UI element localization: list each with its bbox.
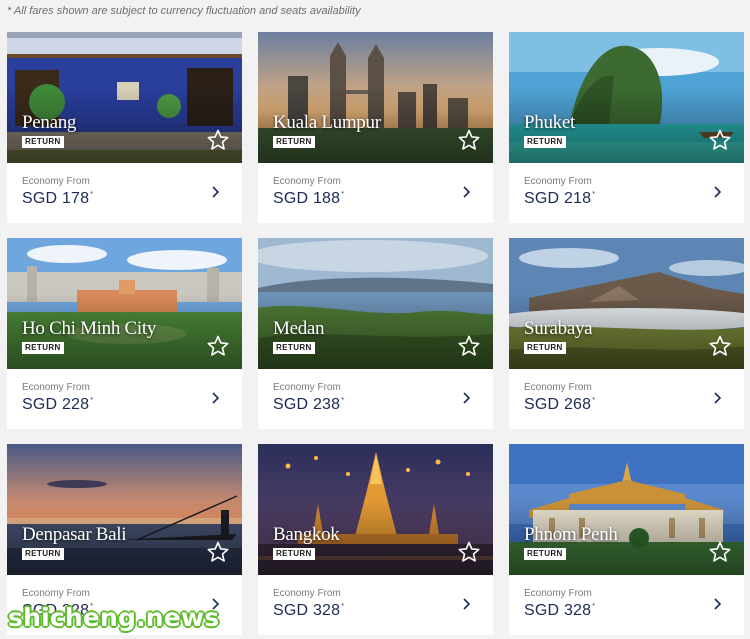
- fare-label: Economy From: [22, 588, 90, 599]
- destination-name: Phnom Penh: [524, 524, 618, 545]
- chevron-right-icon[interactable]: [461, 391, 473, 405]
- currency-code: SGD: [524, 602, 560, 619]
- favorite-star-icon[interactable]: [206, 334, 230, 358]
- site-watermark: shicheng.news: [8, 603, 220, 632]
- return-badge: RETURN: [273, 342, 315, 354]
- fare-price: SGD 328*: [273, 602, 344, 620]
- destination-name: Ho Chi Minh City: [22, 318, 157, 339]
- destination-name: Bangkok: [273, 524, 340, 545]
- price-value: 238: [312, 396, 341, 413]
- fare-label: Economy From: [22, 382, 90, 393]
- fare-price: SGD 238*: [273, 396, 344, 414]
- destination-card-ho-chi-minh-city[interactable]: Ho Chi Minh City RETURN Economy From SGD…: [7, 238, 242, 429]
- destination-name: Surabaya: [524, 318, 593, 339]
- destination-name: Kuala Lumpur: [273, 112, 381, 133]
- destination-card-medan[interactable]: Medan RETURN Economy From SGD 238*: [258, 238, 493, 429]
- fare-price: SGD 218*: [524, 190, 595, 208]
- chevron-right-icon[interactable]: [712, 597, 724, 611]
- favorite-star-icon[interactable]: [708, 128, 732, 152]
- chevron-right-icon[interactable]: [461, 185, 473, 199]
- destination-card-phnom-penh[interactable]: Phnom Penh RETURN Economy From SGD 328*: [509, 444, 744, 635]
- currency-code: SGD: [22, 396, 58, 413]
- favorite-star-icon[interactable]: [457, 128, 481, 152]
- currency-code: SGD: [273, 396, 309, 413]
- price-footnote-mark: *: [341, 397, 345, 404]
- destination-card-kuala-lumpur[interactable]: Kuala Lumpur RETURN Economy From SGD 188…: [258, 32, 493, 223]
- price-value: 218: [563, 190, 592, 207]
- fare-label: Economy From: [524, 176, 592, 187]
- destination-card-phuket[interactable]: Phuket RETURN Economy From SGD 218*: [509, 32, 744, 223]
- chevron-right-icon[interactable]: [461, 597, 473, 611]
- return-badge: RETURN: [524, 548, 566, 560]
- fare-label: Economy From: [273, 382, 341, 393]
- fare-label: Economy From: [22, 176, 90, 187]
- destination-card-surabaya[interactable]: Surabaya RETURN Economy From SGD 268*: [509, 238, 744, 429]
- destination-name: Denpasar Bali: [22, 524, 127, 545]
- fare-label: Economy From: [273, 588, 341, 599]
- return-badge: RETURN: [273, 136, 315, 148]
- favorite-star-icon[interactable]: [708, 334, 732, 358]
- price-footnote-mark: *: [90, 191, 94, 198]
- currency-code: SGD: [273, 602, 309, 619]
- price-value: 328: [312, 602, 341, 619]
- fare-price: SGD 188*: [273, 190, 344, 208]
- favorite-star-icon[interactable]: [206, 128, 230, 152]
- favorite-star-icon[interactable]: [206, 540, 230, 564]
- fare-price: SGD 268*: [524, 396, 595, 414]
- destination-name: Phuket: [524, 112, 575, 133]
- chevron-right-icon[interactable]: [210, 185, 222, 199]
- price-value: 228: [61, 396, 90, 413]
- return-badge: RETURN: [22, 136, 64, 148]
- destination-name: Medan: [273, 318, 325, 339]
- price-value: 328: [563, 602, 592, 619]
- price-footnote-mark: *: [592, 397, 596, 404]
- favorite-star-icon[interactable]: [457, 540, 481, 564]
- price-value: 188: [312, 190, 341, 207]
- destination-grid: Penang RETURN Economy From SGD 178* Kual…: [0, 0, 750, 639]
- currency-code: SGD: [524, 396, 560, 413]
- price-footnote-mark: *: [592, 191, 596, 198]
- return-badge: RETURN: [22, 548, 64, 560]
- price-footnote-mark: *: [592, 603, 596, 610]
- return-badge: RETURN: [273, 548, 315, 560]
- currency-code: SGD: [22, 190, 58, 207]
- fare-price: SGD 228*: [22, 396, 93, 414]
- price-footnote-mark: *: [90, 397, 94, 404]
- fare-label: Economy From: [524, 588, 592, 599]
- favorite-star-icon[interactable]: [457, 334, 481, 358]
- destination-card-bangkok[interactable]: Bangkok RETURN Economy From SGD 328*: [258, 444, 493, 635]
- currency-code: SGD: [524, 190, 560, 207]
- chevron-right-icon[interactable]: [712, 391, 724, 405]
- price-footnote-mark: *: [341, 603, 345, 610]
- favorite-star-icon[interactable]: [708, 540, 732, 564]
- chevron-right-icon[interactable]: [210, 391, 222, 405]
- destination-name: Penang: [22, 112, 77, 133]
- return-badge: RETURN: [22, 342, 64, 354]
- return-badge: RETURN: [524, 342, 566, 354]
- return-badge: RETURN: [524, 136, 566, 148]
- fare-price: SGD 328*: [524, 602, 595, 620]
- price-value: 268: [563, 396, 592, 413]
- price-value: 178: [61, 190, 90, 207]
- chevron-right-icon[interactable]: [712, 185, 724, 199]
- price-footnote-mark: *: [341, 191, 345, 198]
- currency-code: SGD: [273, 190, 309, 207]
- fare-label: Economy From: [273, 176, 341, 187]
- fare-label: Economy From: [524, 382, 592, 393]
- fare-price: SGD 178*: [22, 190, 93, 208]
- destination-card-penang[interactable]: Penang RETURN Economy From SGD 178*: [7, 32, 242, 223]
